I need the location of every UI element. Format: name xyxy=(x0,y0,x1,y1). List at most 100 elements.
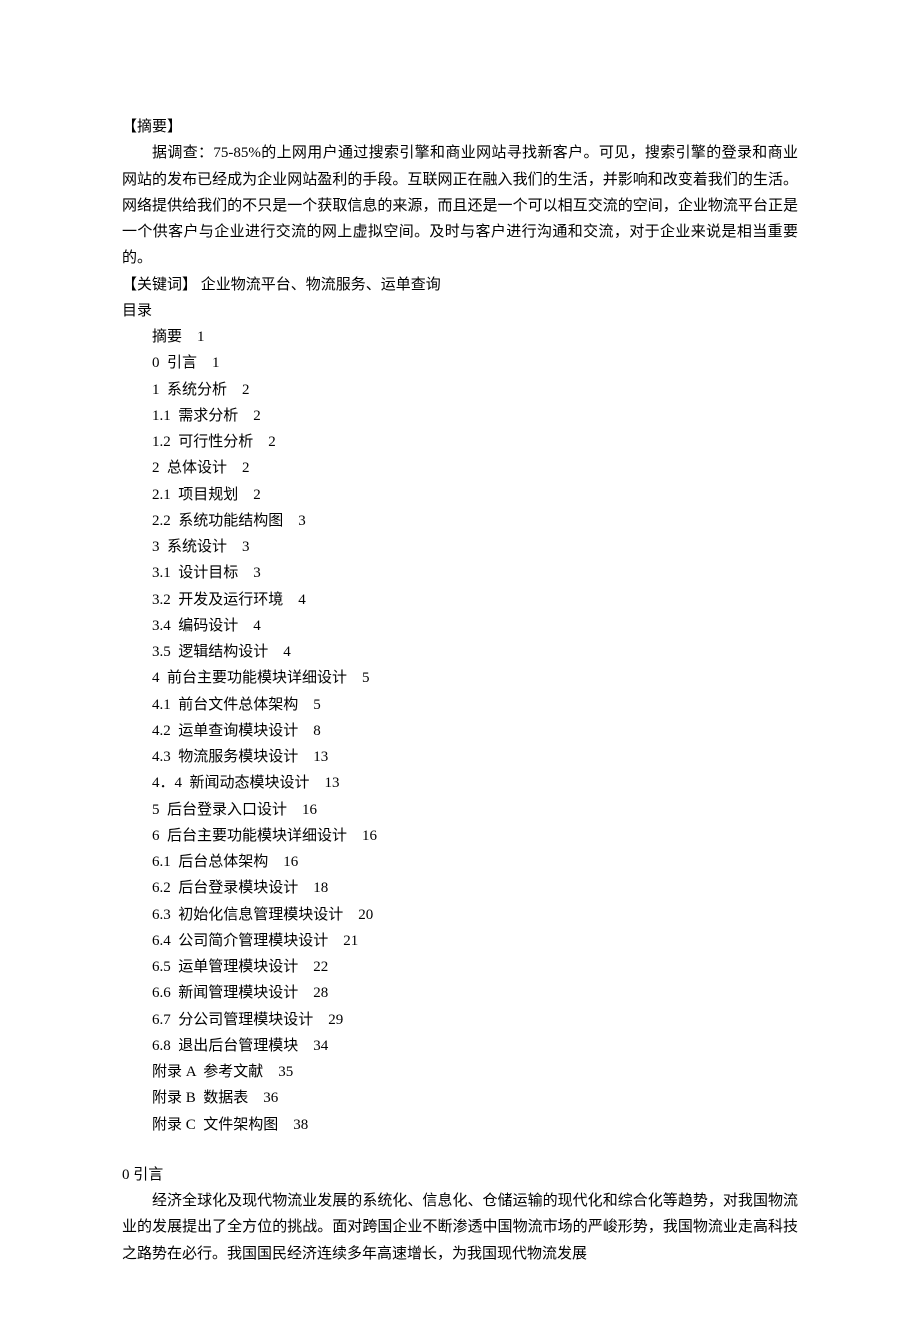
toc-item-label: 1.2 可行性分析 xyxy=(152,434,253,450)
toc-item-label: 3.2 开发及运行环境 xyxy=(152,592,283,608)
toc-item-page: 4 xyxy=(283,644,291,660)
toc-item-label: 5 后台登录入口设计 xyxy=(152,802,287,818)
document-page: 【摘要】 据调查：75-85%的上网用户通过搜索引擎和商业网站寻找新客户。可见，… xyxy=(0,0,920,1327)
toc-item-label: 3 系统设计 xyxy=(152,539,227,555)
toc-heading: 目录 xyxy=(122,298,798,324)
toc-item-label: 6.6 新闻管理模块设计 xyxy=(152,985,298,1001)
toc-item: 3.4 编码设计 4 xyxy=(122,613,798,639)
toc-item-label: 6.7 分公司管理模块设计 xyxy=(152,1012,313,1028)
toc-item: 6.1 后台总体架构 16 xyxy=(122,849,798,875)
toc-item-label: 附录 B 数据表 xyxy=(152,1090,248,1106)
toc-item-label: 6.3 初始化信息管理模块设计 xyxy=(152,907,343,923)
toc-item: 1 系统分析 2 xyxy=(122,377,798,403)
toc-item-page: 16 xyxy=(283,854,298,870)
toc-item-page: 2 xyxy=(253,487,261,503)
toc-item-page: 38 xyxy=(293,1117,308,1133)
toc-item-label: 附录 A 参考文献 xyxy=(152,1064,263,1080)
toc-item-page: 8 xyxy=(313,723,321,739)
toc-item-page: 5 xyxy=(313,697,321,713)
toc-item: 附录 B 数据表 36 xyxy=(122,1085,798,1111)
toc-item-label: 1.1 需求分析 xyxy=(152,408,238,424)
toc-item-page: 5 xyxy=(362,670,370,686)
toc-item-page: 13 xyxy=(313,749,328,765)
toc-item-page: 35 xyxy=(278,1064,293,1080)
toc-item-label: 4 前台主要功能模块详细设计 xyxy=(152,670,347,686)
toc-item-page: 3 xyxy=(298,513,306,529)
toc-item-label: 摘要 xyxy=(152,329,182,345)
toc-item: 附录 A 参考文献 35 xyxy=(122,1059,798,1085)
abstract-body: 据调查：75-85%的上网用户通过搜索引擎和商业网站寻找新客户。可见，搜索引擎的… xyxy=(122,140,798,271)
toc-item: 0 引言 1 xyxy=(122,350,798,376)
toc-item-page: 21 xyxy=(343,933,358,949)
toc-item-label: 附录 C 文件架构图 xyxy=(152,1117,278,1133)
intro-body: 经济全球化及现代物流业发展的系统化、信息化、仓储运输的现代化和综合化等趋势，对我… xyxy=(122,1188,798,1267)
keywords-body: 企业物流平台、物流服务、运单查询 xyxy=(197,277,441,293)
keywords-heading: 【关键词】 xyxy=(122,277,197,293)
toc-item-label: 4.2 运单查询模块设计 xyxy=(152,723,298,739)
toc-item: 5 后台登录入口设计 16 xyxy=(122,797,798,823)
toc-item: 2.1 项目规划 2 xyxy=(122,482,798,508)
toc-item-page: 3 xyxy=(253,565,261,581)
intro-heading: 0 引言 xyxy=(122,1162,798,1188)
toc-item-page: 36 xyxy=(263,1090,278,1106)
toc-item-page: 2 xyxy=(268,434,276,450)
toc-item-label: 3.1 设计目标 xyxy=(152,565,238,581)
toc-item-label: 6.8 退出后台管理模块 xyxy=(152,1038,298,1054)
toc-item-label: 3.5 逻辑结构设计 xyxy=(152,644,268,660)
toc-item-label: 6.4 公司简介管理模块设计 xyxy=(152,933,328,949)
toc-item: 4.1 前台文件总体架构 5 xyxy=(122,692,798,718)
toc-item-page: 16 xyxy=(362,828,377,844)
toc-item: 6.6 新闻管理模块设计 28 xyxy=(122,980,798,1006)
toc-item: 1.2 可行性分析 2 xyxy=(122,429,798,455)
toc-item-label: 1 系统分析 xyxy=(152,382,227,398)
toc-item: 6.5 运单管理模块设计 22 xyxy=(122,954,798,980)
toc-item-label: 4．4 新闻动态模块设计 xyxy=(152,775,310,791)
toc-item-page: 1 xyxy=(212,355,220,371)
toc-item: 2 总体设计 2 xyxy=(122,455,798,481)
toc-item: 4.3 物流服务模块设计 13 xyxy=(122,744,798,770)
toc-item-page: 29 xyxy=(328,1012,343,1028)
toc-item-page: 2 xyxy=(242,382,250,398)
toc-item: 摘要 1 xyxy=(122,324,798,350)
toc-item: 6.4 公司简介管理模块设计 21 xyxy=(122,928,798,954)
toc-item: 4.2 运单查询模块设计 8 xyxy=(122,718,798,744)
toc-item-label: 6 后台主要功能模块详细设计 xyxy=(152,828,347,844)
toc-item: 3.2 开发及运行环境 4 xyxy=(122,587,798,613)
toc-item-page: 28 xyxy=(313,985,328,1001)
toc-item-page: 13 xyxy=(325,775,340,791)
toc-item-page: 4 xyxy=(253,618,261,634)
toc-item: 3 系统设计 3 xyxy=(122,534,798,560)
toc-item: 6.8 退出后台管理模块 34 xyxy=(122,1033,798,1059)
toc-item: 1.1 需求分析 2 xyxy=(122,403,798,429)
toc-item-label: 6.1 后台总体架构 xyxy=(152,854,268,870)
toc-item-page: 1 xyxy=(197,329,205,345)
toc-item: 6 后台主要功能模块详细设计 16 xyxy=(122,823,798,849)
toc-item: 4 前台主要功能模块详细设计 5 xyxy=(122,665,798,691)
toc-item: 6.2 后台登录模块设计 18 xyxy=(122,875,798,901)
abstract-heading: 【摘要】 xyxy=(122,114,798,140)
toc-item: 3.5 逻辑结构设计 4 xyxy=(122,639,798,665)
toc-item-label: 0 引言 xyxy=(152,355,197,371)
toc-item: 2.2 系统功能结构图 3 xyxy=(122,508,798,534)
toc-item-label: 4.3 物流服务模块设计 xyxy=(152,749,298,765)
toc-item-page: 4 xyxy=(298,592,306,608)
toc-item-label: 2 总体设计 xyxy=(152,460,227,476)
toc-item-page: 18 xyxy=(313,880,328,896)
toc-item-page: 2 xyxy=(253,408,261,424)
toc-item-page: 2 xyxy=(242,460,250,476)
toc-item: 附录 C 文件架构图 38 xyxy=(122,1112,798,1138)
toc-item-page: 34 xyxy=(313,1038,328,1054)
toc-item-label: 6.5 运单管理模块设计 xyxy=(152,959,298,975)
toc-item-page: 16 xyxy=(302,802,317,818)
toc-item-page: 3 xyxy=(242,539,250,555)
toc-item: 4．4 新闻动态模块设计 13 xyxy=(122,770,798,796)
toc-item-page: 22 xyxy=(313,959,328,975)
toc-item-label: 2.2 系统功能结构图 xyxy=(152,513,283,529)
toc-item: 3.1 设计目标 3 xyxy=(122,560,798,586)
toc-item: 6.3 初始化信息管理模块设计 20 xyxy=(122,902,798,928)
toc-item-page: 20 xyxy=(358,907,373,923)
toc-item-label: 6.2 后台登录模块设计 xyxy=(152,880,298,896)
toc-item-label: 2.1 项目规划 xyxy=(152,487,238,503)
toc-item-label: 4.1 前台文件总体架构 xyxy=(152,697,298,713)
toc-list: 摘要 10 引言 11 系统分析 21.1 需求分析 21.2 可行性分析 22… xyxy=(122,324,798,1138)
